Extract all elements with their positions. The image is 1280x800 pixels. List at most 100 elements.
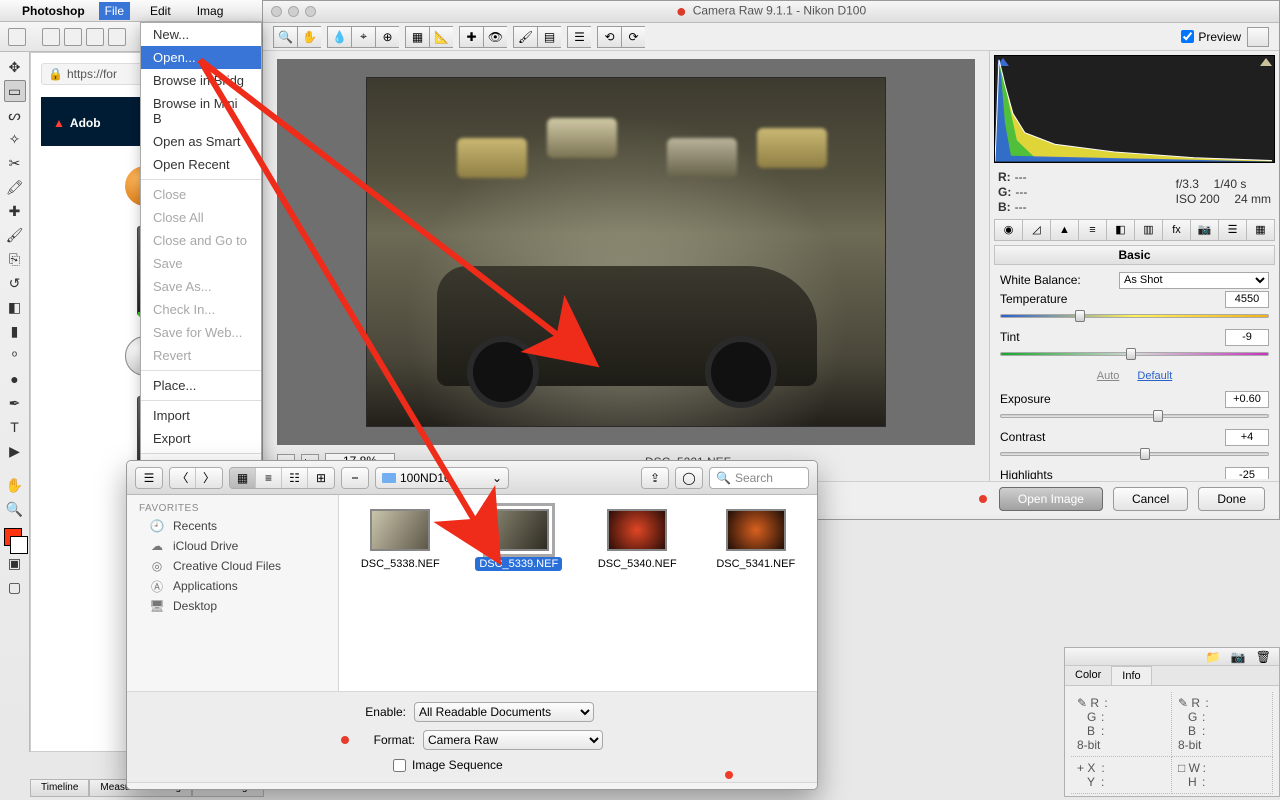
marquee-tool-icon[interactable]: ▭ (4, 80, 26, 102)
gradient-tool-icon[interactable]: ▮ (4, 320, 26, 342)
zoom-tool-icon[interactable]: 🔍 (273, 26, 297, 48)
tab-hsl-icon[interactable]: ≡ (1079, 220, 1107, 240)
opt-icon-3[interactable] (86, 28, 104, 46)
traffic-lights[interactable] (271, 6, 316, 17)
tab-camera-icon[interactable]: 📷 (1191, 220, 1219, 240)
mi-browse-mini[interactable]: Browse in Mini B (141, 92, 261, 130)
screenmode-icon[interactable]: ▢ (4, 576, 26, 598)
opt-icon-1[interactable] (42, 28, 60, 46)
rotate-cw-icon[interactable]: ⟳ (621, 26, 645, 48)
eyedropper-tool-icon[interactable]: 🖍 (4, 176, 26, 198)
tab-split-icon[interactable]: ◧ (1107, 220, 1135, 240)
tint-input[interactable] (1225, 329, 1269, 346)
crop-tool-icon[interactable]: ▦ (405, 26, 429, 48)
tab-timeline[interactable]: Timeline (30, 779, 89, 797)
auto-link[interactable]: Auto (1097, 370, 1120, 382)
brush-tool-icon[interactable]: 🖌 (4, 224, 26, 246)
opt-icon-2[interactable] (64, 28, 82, 46)
camera-icon[interactable]: 📷 (1231, 650, 1246, 664)
type-tool-icon[interactable]: T (4, 416, 26, 438)
spot-tool-icon[interactable]: ✚ (459, 26, 483, 48)
preview-area[interactable] (277, 59, 975, 445)
hand-tool-icon[interactable]: ✋ (297, 26, 321, 48)
list-view-icon[interactable]: ☰ (567, 26, 591, 48)
folder-icon[interactable]: 📁 (1206, 650, 1221, 664)
nav-back-fwd[interactable]: 〈〉 (169, 467, 223, 489)
tags-button[interactable]: ◯ (675, 467, 703, 489)
tab-presets-icon[interactable]: ☰ (1219, 220, 1247, 240)
contrast-slider[interactable] (1000, 448, 1269, 460)
path-tool-icon[interactable]: ▶ (4, 440, 26, 462)
opt-icon-4[interactable] (108, 28, 126, 46)
redeye-tool-icon[interactable]: 👁 (483, 26, 507, 48)
tab-color[interactable]: Color (1065, 666, 1111, 685)
sidebar-ccfiles[interactable]: ◎Creative Cloud Files (127, 556, 338, 576)
enable-select[interactable]: All Readable Documents (414, 702, 594, 722)
history-tool-icon[interactable]: ↺ (4, 272, 26, 294)
cancel-button[interactable]: Cancel (1113, 487, 1188, 511)
trash-icon[interactable]: 🗑 (1256, 650, 1271, 664)
color-swatch[interactable] (4, 528, 26, 550)
file-grid[interactable]: DSC_5338.NEF DSC_5339.NEF DSC_5340.NEF D… (339, 495, 817, 691)
folder-picker[interactable]: 100ND10⌄ (375, 467, 509, 489)
share-button[interactable]: ⇪ (641, 467, 669, 489)
view-mode-switch[interactable]: ▦≡☷⊞ (229, 467, 335, 489)
done-button[interactable]: Done (1198, 487, 1265, 511)
mi-place[interactable]: Place... (141, 374, 261, 397)
sidebar-icloud[interactable]: ☁iCloud Drive (127, 536, 338, 556)
tab-snapshots-icon[interactable]: ▦ (1247, 220, 1274, 240)
highlights-input[interactable] (1225, 467, 1269, 479)
group-arrange[interactable]: ⎯ (341, 467, 369, 489)
tab-detail-icon[interactable]: ▲ (1051, 220, 1079, 240)
eraser-tool-icon[interactable]: ◧ (4, 296, 26, 318)
lasso-tool-icon[interactable]: ᔕ (4, 104, 26, 126)
mi-import[interactable]: Import (141, 404, 261, 427)
file-item[interactable]: DSC_5340.NEF (588, 509, 687, 571)
file-item[interactable]: DSC_5341.NEF (707, 509, 806, 571)
default-link[interactable]: Default (1137, 370, 1172, 382)
mi-open-recent[interactable]: Open Recent (141, 153, 261, 176)
image-seq-checkbox[interactable] (393, 759, 406, 772)
adj-brush-icon[interactable]: 🖌 (513, 26, 537, 48)
hand-tool-icon[interactable]: ✋ (4, 474, 26, 496)
format-select[interactable]: Camera Raw (423, 730, 603, 750)
crop-tool-icon[interactable]: ✂ (4, 152, 26, 174)
rotate-ccw-icon[interactable]: ⟲ (597, 26, 621, 48)
preview-checkbox[interactable]: Preview (1181, 30, 1241, 44)
contrast-input[interactable] (1225, 429, 1269, 446)
marquee-icon[interactable] (8, 28, 26, 46)
wb-select[interactable]: As Shot (1119, 272, 1269, 289)
tab-lens-icon[interactable]: ▥ (1135, 220, 1163, 240)
wand-tool-icon[interactable]: ✧ (4, 128, 26, 150)
histogram[interactable] (994, 55, 1275, 163)
sidebar-recents[interactable]: 🕘Recents (127, 516, 338, 536)
file-item[interactable]: DSC_5338.NEF (351, 509, 450, 571)
temp-slider[interactable] (1000, 310, 1269, 322)
tab-curve-icon[interactable]: ◿ (1023, 220, 1051, 240)
quickmask-icon[interactable]: ▣ (4, 552, 26, 574)
target-tool-icon[interactable]: ⊕ (375, 26, 399, 48)
exposure-input[interactable] (1225, 391, 1269, 408)
dodge-tool-icon[interactable]: ● (4, 368, 26, 390)
temp-input[interactable] (1225, 291, 1269, 308)
move-tool-icon[interactable]: ✥ (4, 56, 26, 78)
search-field[interactable]: 🔍Search (709, 467, 809, 489)
tint-slider[interactable] (1000, 348, 1269, 360)
mi-open-smart[interactable]: Open as Smart (141, 130, 261, 153)
tab-info[interactable]: Info (1111, 666, 1151, 685)
mi-open[interactable]: Open... (141, 46, 261, 69)
straighten-tool-icon[interactable]: 📐 (429, 26, 453, 48)
zoom-tool-icon[interactable]: 🔍 (4, 498, 26, 520)
mi-browse-bridge[interactable]: Browse in Bridg (141, 69, 261, 92)
mi-new[interactable]: New... (141, 23, 261, 46)
grad-filter-icon[interactable]: ▤ (537, 26, 561, 48)
file-item[interactable]: DSC_5339.NEF (470, 509, 569, 571)
wb-tool-icon[interactable]: 💧 (327, 26, 351, 48)
stamp-tool-icon[interactable]: ⎘ (4, 248, 26, 270)
menu-file[interactable]: File (99, 2, 130, 20)
fullscreen-toggle-icon[interactable] (1247, 27, 1269, 47)
sampler-tool-icon[interactable]: ⌖ (351, 26, 375, 48)
open-image-button[interactable]: Open Image (999, 487, 1103, 511)
pen-tool-icon[interactable]: ✒ (4, 392, 26, 414)
blur-tool-icon[interactable]: ᵒ (4, 344, 26, 366)
